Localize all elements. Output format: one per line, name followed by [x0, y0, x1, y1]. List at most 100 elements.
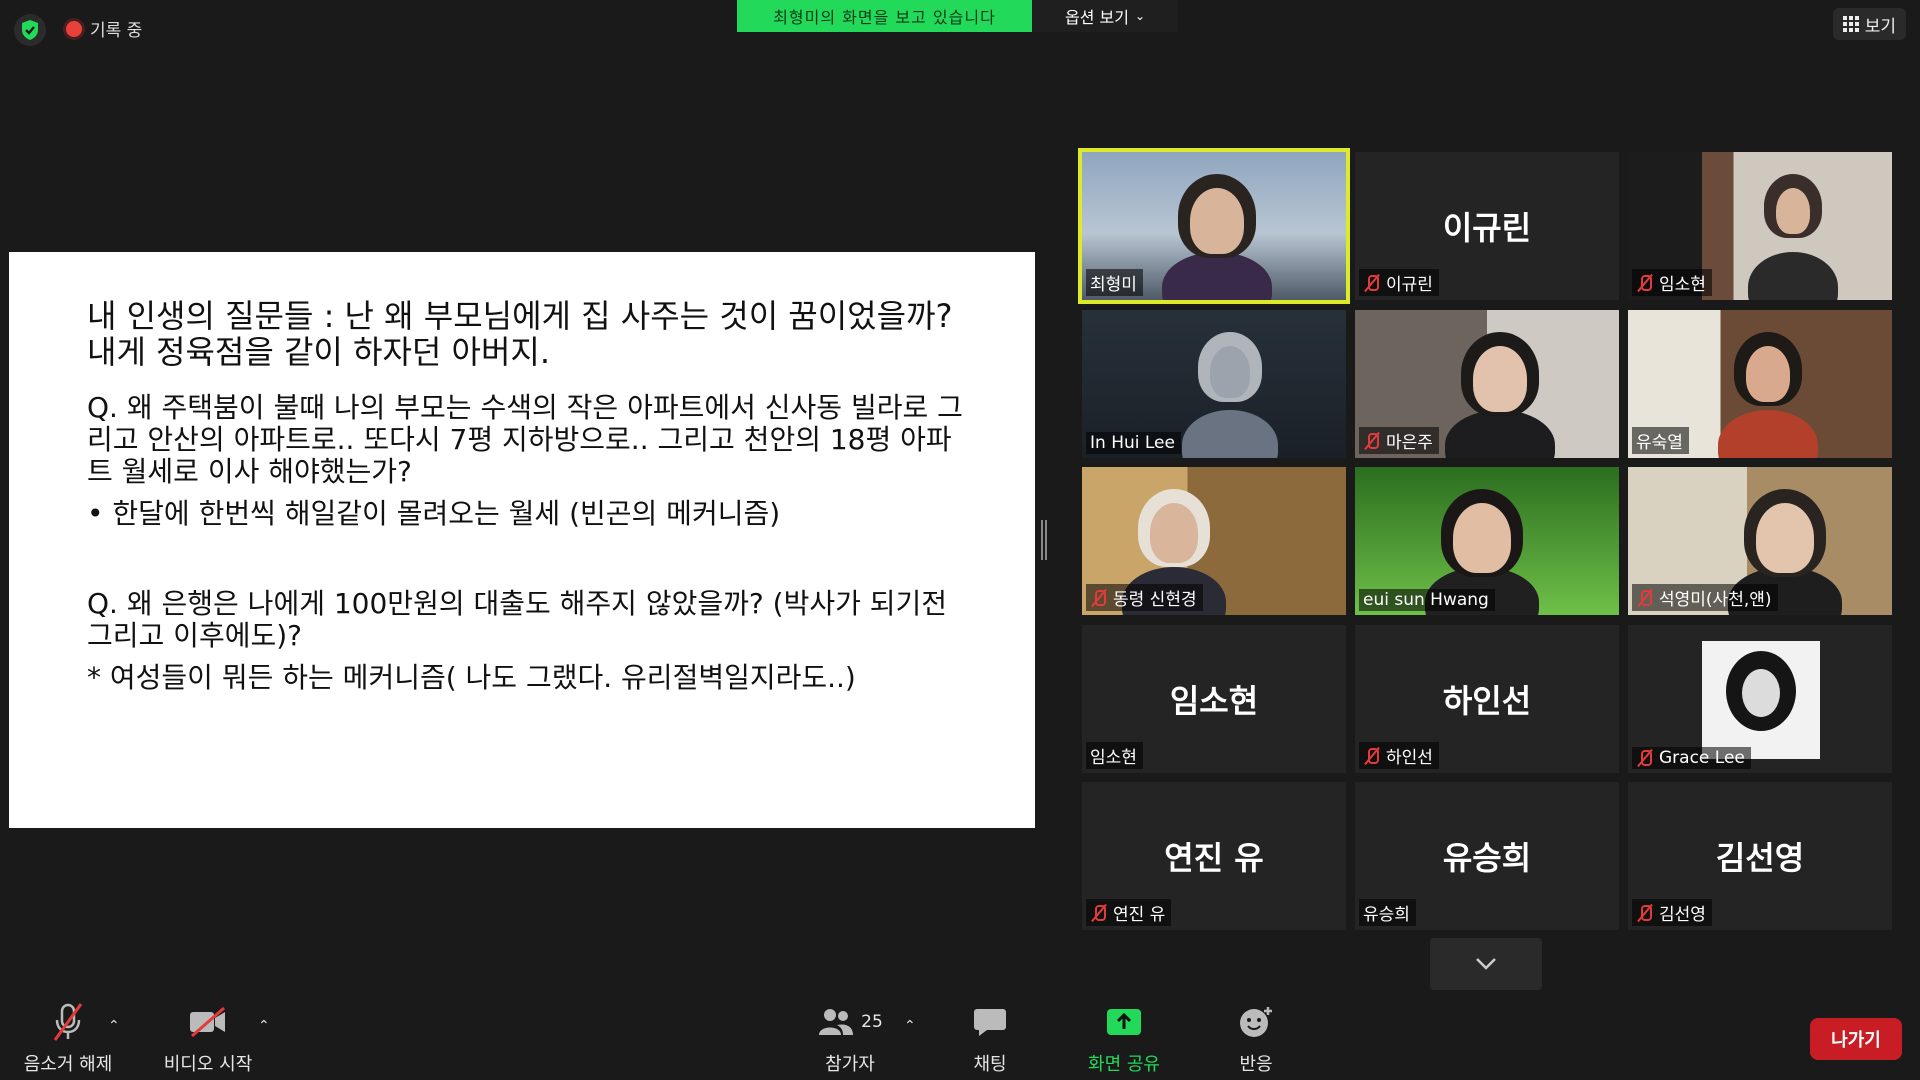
reactions-label: 반응	[1239, 1054, 1273, 1075]
participant-name-placeholder: 이규린	[1442, 209, 1532, 247]
chat-bubble-icon	[974, 1009, 1006, 1036]
split-resize-handle[interactable]	[1041, 520, 1047, 560]
chevron-down-icon	[1476, 958, 1496, 970]
microphone-muted-icon	[53, 1003, 83, 1041]
participant-name-label: 동령 신현경	[1086, 584, 1203, 611]
gallery-scroll-down-button[interactable]	[1430, 938, 1542, 990]
microphone-muted-icon	[1636, 904, 1654, 922]
participant-tile[interactable]: 임소현 임소현	[1082, 625, 1346, 773]
participant-tile[interactable]: 석영미(사천,얜)	[1628, 467, 1892, 615]
participant-tile[interactable]: 김선영 김선영	[1628, 782, 1892, 930]
chat-label: 채팅	[973, 1054, 1007, 1075]
participant-tile[interactable]: 유숙열	[1628, 310, 1892, 458]
participant-name-label: eui sun Hwang	[1359, 589, 1495, 611]
participant-name-placeholder: 임소현	[1169, 682, 1259, 720]
slide-bullet-2: * 여성들이 뭐든 하는 메커니즘( 나도 그랬다. 유리절벽일지라도..)	[87, 661, 856, 694]
share-screen-arrow-icon	[1107, 1009, 1141, 1035]
view-options-label: 옵션 보기	[1064, 8, 1129, 27]
security-shield-icon[interactable]	[14, 14, 46, 46]
participant-name-placeholder: 유승희	[1442, 839, 1532, 877]
participant-name-label: 유승희	[1359, 899, 1416, 926]
participants-button[interactable]: 25 참가자	[800, 1000, 900, 1076]
participant-name-label: 하인선	[1359, 742, 1439, 769]
participant-name: 연진 유	[1113, 905, 1166, 925]
participant-name-placeholder: 하인선	[1442, 682, 1532, 720]
participant-name-label: 석영미(사천,얜)	[1632, 584, 1778, 611]
participant-name: 임소현	[1659, 275, 1706, 295]
participant-name-label: 임소현	[1086, 742, 1143, 769]
participant-tile[interactable]: 유승희 유승희	[1355, 782, 1619, 930]
participant-name: 최형미	[1090, 275, 1137, 295]
slide-title: 내 인생의 질문들 : 난 왜 부모님에게 집 사주는 것이 꿈이었을까? 내게…	[87, 297, 953, 371]
participant-name: In Hui Lee	[1090, 433, 1175, 453]
participant-name: 김선영	[1659, 905, 1706, 925]
recording-indicator[interactable]: 기록 중	[66, 16, 142, 41]
participant-name: 마은주	[1386, 433, 1433, 453]
share-banner-text: 최형미의 화면을 보고 있습니다	[773, 8, 996, 27]
participant-name-label: In Hui Lee	[1086, 432, 1181, 454]
audio-options-caret[interactable]: ⌃	[108, 1018, 120, 1034]
participant-tile[interactable]: eui sun Hwang	[1355, 467, 1619, 615]
start-video-button[interactable]: 비디오 시작	[158, 1000, 258, 1076]
microphone-muted-icon	[1090, 904, 1108, 922]
smiley-plus-icon	[1240, 1007, 1272, 1037]
participants-label: 참가자	[825, 1054, 875, 1075]
slide-question-1: Q. 왜 주택붐이 불때 나의 부모는 수색의 작은 아파트에서 신사동 빌라로…	[87, 391, 963, 488]
participant-tile[interactable]: Grace Lee	[1628, 625, 1892, 773]
participant-name: 하인선	[1386, 748, 1433, 768]
participants-count: 25	[861, 1012, 883, 1032]
participant-name-label: 연진 유	[1086, 899, 1172, 926]
participant-tile[interactable]: In Hui Lee	[1082, 310, 1346, 458]
grid-icon	[1842, 16, 1859, 32]
participant-name-label: 유숙열	[1632, 427, 1689, 454]
participant-tile[interactable]: 동령 신현경	[1082, 467, 1346, 615]
chat-button[interactable]: 채팅	[940, 1000, 1040, 1076]
microphone-muted-icon	[1363, 274, 1381, 292]
share-screen-button[interactable]: 화면 공유	[1072, 1000, 1176, 1076]
participants-icon	[819, 1009, 854, 1035]
video-options-caret[interactable]: ⌃	[258, 1018, 270, 1034]
share-screen-label: 화면 공유	[1088, 1054, 1160, 1075]
view-layout-button[interactable]: 보기	[1832, 8, 1906, 40]
chevron-down-icon: ⌄	[1134, 9, 1146, 23]
participant-name: 유숙열	[1636, 433, 1683, 453]
participant-name: 유승희	[1363, 905, 1410, 925]
unmute-label: 음소거 해제	[23, 1054, 113, 1075]
screen-share-banner: 최형미의 화면을 보고 있습니다	[737, 0, 1032, 32]
participant-tile[interactable]: 이규린 이규린	[1355, 152, 1619, 300]
participant-tile[interactable]: 연진 유 연진 유	[1082, 782, 1346, 930]
microphone-muted-icon	[1363, 747, 1381, 765]
participant-name: 석영미(사천,얜)	[1659, 590, 1772, 610]
participant-tile[interactable]: 마은주	[1355, 310, 1619, 458]
participant-name: 임소현	[1090, 748, 1137, 768]
participant-tile[interactable]: 임소현	[1628, 152, 1892, 300]
microphone-muted-icon	[1363, 432, 1381, 450]
participant-name-label: 최형미	[1086, 269, 1143, 296]
recording-label: 기록 중	[90, 21, 143, 41]
participants-options-caret[interactable]: ⌃	[904, 1018, 916, 1034]
view-button-label: 보기	[1864, 16, 1896, 37]
participant-name-label: 마은주	[1359, 427, 1439, 454]
participant-name: 동령 신현경	[1113, 590, 1197, 610]
shared-screen-slide: 내 인생의 질문들 : 난 왜 부모님에게 집 사주는 것이 꿈이었을까? 내게…	[9, 252, 1035, 828]
recording-dot-icon	[66, 20, 82, 37]
participant-name-label: 이규린	[1359, 269, 1439, 296]
microphone-muted-icon	[1090, 589, 1108, 607]
unmute-button[interactable]: 음소거 해제	[18, 1000, 118, 1076]
participant-name-placeholder: 김선영	[1715, 839, 1805, 877]
view-options-button[interactable]: 옵션 보기 ⌄	[1032, 0, 1178, 32]
leave-meeting-button[interactable]: 나가기	[1810, 1018, 1902, 1060]
participant-name-placeholder: 연진 유	[1164, 839, 1264, 877]
leave-label: 나가기	[1831, 1030, 1881, 1051]
participant-name-label: Grace Lee	[1632, 747, 1751, 769]
microphone-muted-icon	[1636, 749, 1654, 767]
video-camera-off-icon	[190, 1006, 225, 1038]
reactions-button[interactable]: 반응	[1206, 1000, 1306, 1076]
slide-bullet-1: • 한달에 한번씩 해일같이 몰려오는 월세 (빈곤의 메커니즘)	[87, 497, 781, 530]
participant-tile[interactable]: 하인선 하인선	[1355, 625, 1619, 773]
participant-tile[interactable]: 최형미	[1078, 148, 1350, 304]
participant-name: Grace Lee	[1659, 748, 1745, 768]
participant-name-label: 임소현	[1632, 269, 1712, 296]
microphone-muted-icon	[1636, 589, 1654, 607]
participant-name: 이규린	[1386, 275, 1433, 295]
